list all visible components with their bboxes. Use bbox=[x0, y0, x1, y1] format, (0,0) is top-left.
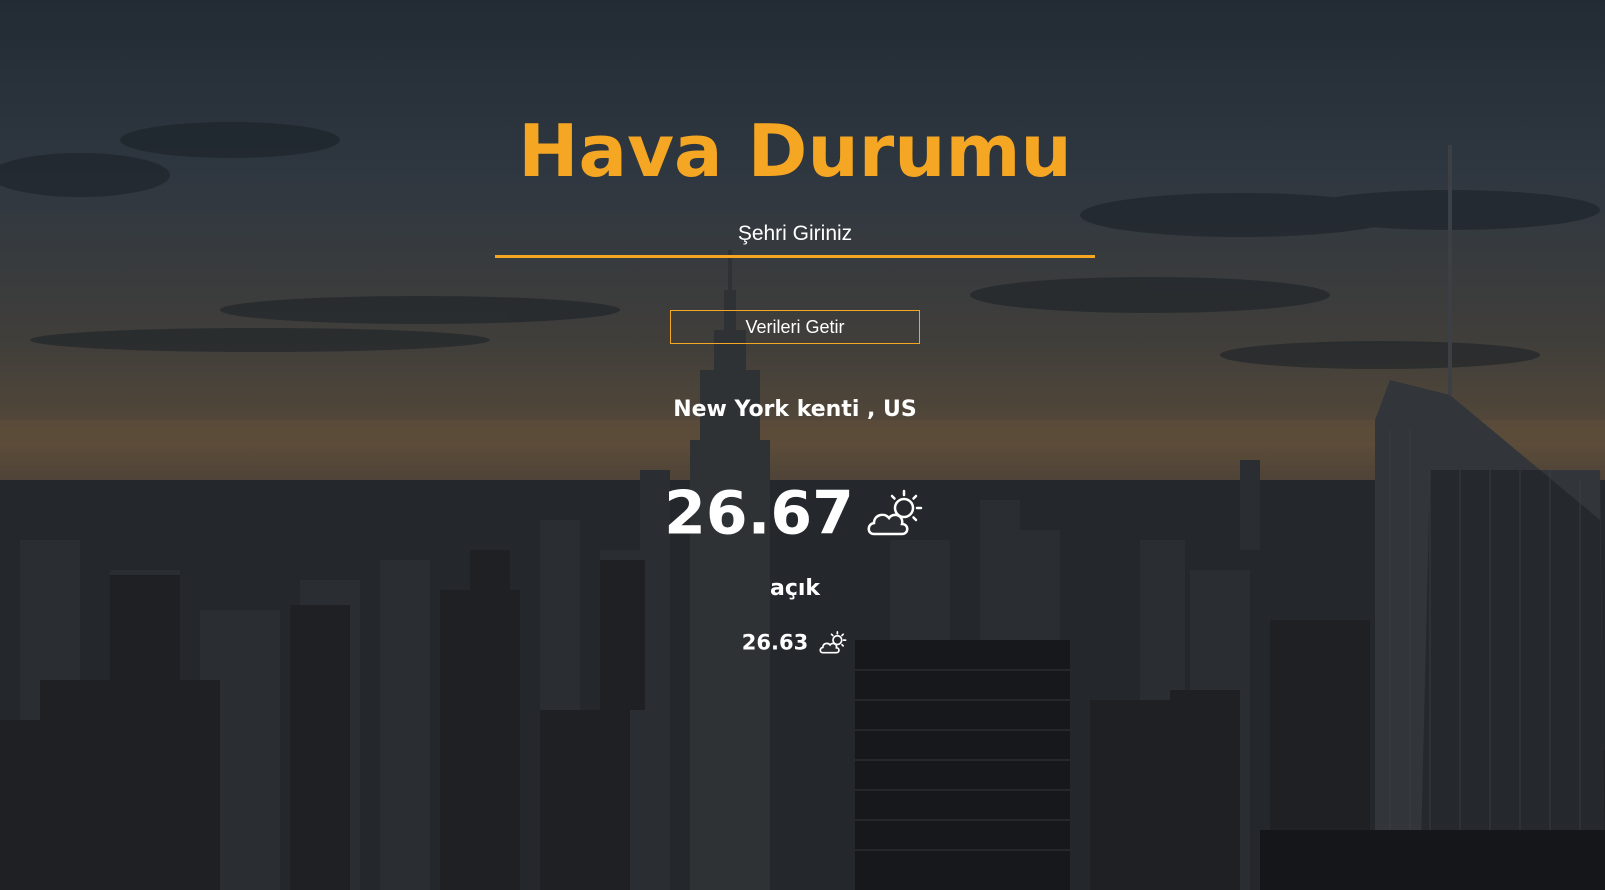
partly-cloudy-sun-icon bbox=[818, 630, 848, 656]
temperature-value: 26.67 bbox=[664, 478, 854, 549]
location-label: New York kenti , US bbox=[673, 397, 917, 422]
temperature-row: 26.67 bbox=[0, 478, 1590, 549]
fetch-data-button[interactable]: Verileri Getir bbox=[670, 310, 920, 344]
feels-like-row: 26.63 bbox=[0, 627, 1590, 657]
partly-cloudy-sun-icon bbox=[864, 488, 926, 540]
city-search-input[interactable] bbox=[495, 212, 1095, 258]
weather-description: açık bbox=[769, 576, 821, 601]
weather-app: Hava Durumu Verileri Getir New York kent… bbox=[0, 0, 1605, 890]
page-title: Hava Durumu bbox=[518, 109, 1072, 193]
feels-like-value: 26.63 bbox=[741, 630, 809, 655]
